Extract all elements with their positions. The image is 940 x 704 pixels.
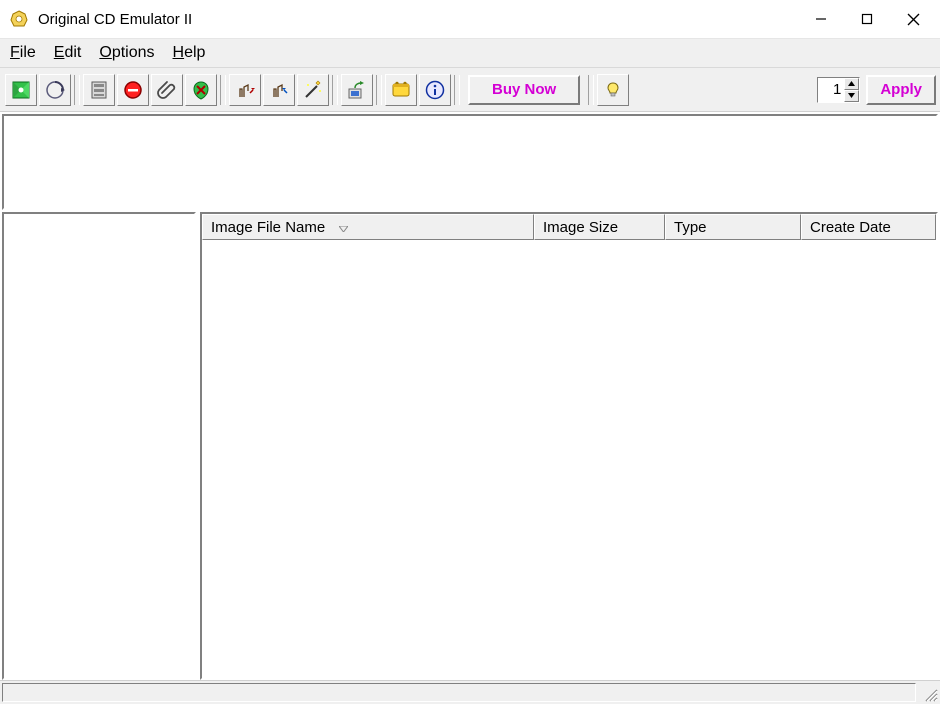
column-header-type[interactable]: Type bbox=[665, 214, 801, 240]
folder-tree-panel[interactable] bbox=[2, 212, 196, 680]
mount-button[interactable] bbox=[229, 74, 261, 106]
column-label: Image File Name bbox=[211, 219, 325, 236]
status-text bbox=[2, 683, 916, 702]
image-list-body[interactable] bbox=[202, 240, 936, 678]
drive-settings-button[interactable] bbox=[83, 74, 115, 106]
spin-up-button[interactable] bbox=[844, 78, 859, 90]
spin-down-button[interactable] bbox=[844, 90, 859, 102]
info-button[interactable] bbox=[419, 74, 451, 106]
drive-count-spinner[interactable] bbox=[817, 77, 860, 103]
refresh-button[interactable] bbox=[39, 74, 71, 106]
menu-edit[interactable]: Edit bbox=[54, 44, 82, 62]
window-title: Original CD Emulator II bbox=[38, 11, 192, 28]
titlebar: Original CD Emulator II bbox=[0, 0, 940, 38]
drives-panel bbox=[2, 114, 938, 210]
maximize-button[interactable] bbox=[844, 0, 890, 38]
statusbar bbox=[0, 680, 940, 704]
column-header-create-date[interactable]: Create Date bbox=[801, 214, 936, 240]
column-label: Image Size bbox=[543, 219, 618, 236]
column-label: Create Date bbox=[810, 219, 891, 236]
menu-help[interactable]: Help bbox=[173, 44, 206, 62]
column-header-image-size[interactable]: Image Size bbox=[534, 214, 665, 240]
attach-button[interactable] bbox=[151, 74, 183, 106]
image-list-panel: Image File Name Image Size Type Create D… bbox=[200, 212, 938, 680]
menubar: File Edit Options Help bbox=[0, 38, 940, 68]
menu-file[interactable]: File bbox=[10, 44, 36, 62]
minimize-button[interactable] bbox=[798, 0, 844, 38]
drive-count-input[interactable] bbox=[818, 79, 844, 101]
share-button[interactable] bbox=[341, 74, 373, 106]
hint-button[interactable] bbox=[597, 74, 629, 106]
apply-button[interactable]: Apply bbox=[866, 75, 936, 105]
close-button[interactable] bbox=[890, 0, 936, 38]
wizard-button[interactable] bbox=[297, 74, 329, 106]
column-header-image-file-name[interactable]: Image File Name bbox=[202, 214, 534, 240]
create-image-button[interactable] bbox=[5, 74, 37, 106]
list-header: Image File Name Image Size Type Create D… bbox=[202, 214, 936, 240]
resize-grip-icon[interactable] bbox=[918, 681, 940, 704]
unmount-button[interactable] bbox=[263, 74, 295, 106]
toolbar: Buy Now bbox=[0, 68, 940, 112]
favorites-button[interactable] bbox=[385, 74, 417, 106]
app-icon bbox=[10, 10, 28, 28]
column-label: Type bbox=[674, 219, 707, 236]
menu-options[interactable]: Options bbox=[99, 44, 154, 62]
eject-button[interactable] bbox=[117, 74, 149, 106]
sort-indicator-icon bbox=[339, 219, 348, 236]
delete-image-button[interactable] bbox=[185, 74, 217, 106]
buy-now-button[interactable]: Buy Now bbox=[468, 75, 580, 105]
